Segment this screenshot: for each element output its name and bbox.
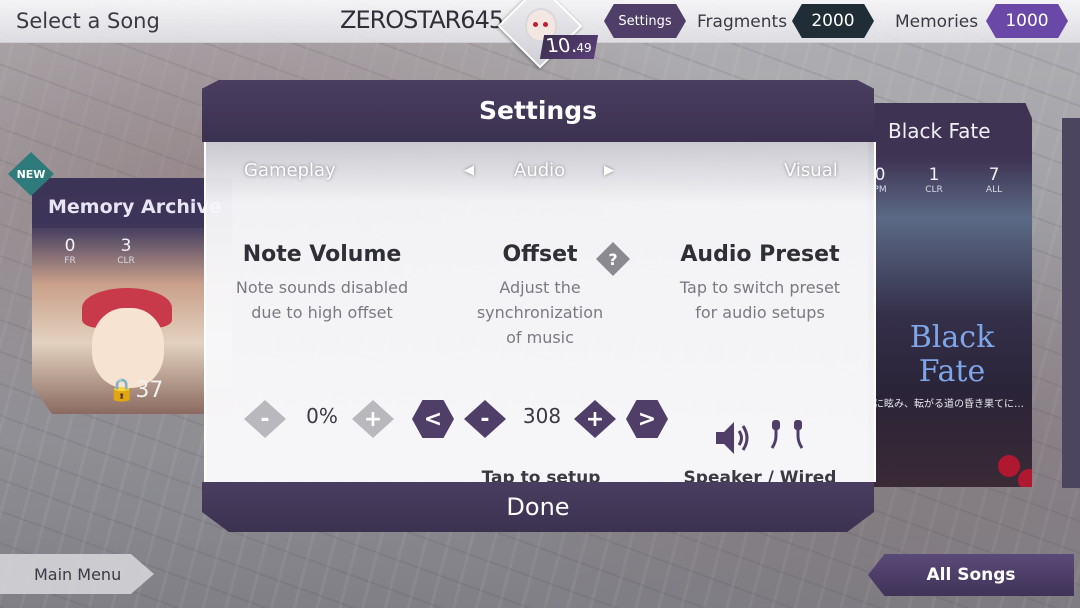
note-volume-increase-button[interactable]: + [352, 400, 394, 438]
avatar-eye [533, 22, 538, 27]
settings-dialog: Settings Gameplay ◀ Audio ▶ Visual Note … [202, 80, 876, 532]
screen-title: Select a Song [16, 9, 160, 33]
song-card-next[interactable] [1062, 118, 1080, 488]
tab-audio[interactable]: Audio [514, 160, 565, 181]
all-songs-button[interactable]: All Songs [868, 554, 1074, 596]
settings-title: Settings [478, 96, 597, 125]
offset-description: Adjust the synchronization of music [476, 278, 604, 347]
memories-value[interactable]: 1000 [986, 4, 1068, 38]
done-button[interactable]: Done [202, 482, 874, 532]
offset-value[interactable]: 308 [516, 404, 568, 428]
song-art-subtitle: に眩み、転がる道の昏き果てに… [874, 399, 1024, 410]
settings-tabs: Gameplay ◀ Audio ▶ Visual [206, 142, 874, 198]
settings-header: Settings [202, 80, 874, 142]
offset-large-decrease-button[interactable]: < [412, 400, 454, 438]
tab-gameplay[interactable]: Gameplay [244, 160, 336, 181]
song-card-stat-clr: 3 CLR [117, 236, 135, 266]
offset-increase-button[interactable]: + [574, 400, 616, 438]
song-art-title: Black Fate [909, 320, 995, 389]
note-volume-value: 0% [306, 404, 338, 428]
speaker-icon [716, 420, 804, 454]
fragments-label: Fragments [697, 12, 788, 32]
audio-preset-section: Audio Preset Tap to switch preset for aud… [655, 242, 865, 325]
locked-count: 37 [135, 378, 164, 403]
offset-decrease-button[interactable]: - [464, 400, 506, 438]
fragments-value[interactable]: 2000 [792, 4, 874, 38]
lock-icon: 🔒37 [108, 378, 164, 403]
song-card-stat-fr: 0 FR [64, 236, 76, 266]
audio-preset-toggle[interactable] [714, 418, 810, 462]
main-menu-button[interactable]: Main Menu [0, 554, 154, 594]
note-volume-heading: Note Volume [242, 242, 402, 267]
player-rating: 10.49 [539, 35, 598, 59]
settings-button[interactable]: Settings [604, 4, 686, 38]
audio-preset-heading: Audio Preset [680, 242, 840, 267]
note-volume-description: Note sounds disabled due to high offset [235, 278, 409, 322]
tab-prev-arrow-icon[interactable]: ◀ [464, 163, 474, 178]
tab-next-arrow-icon[interactable]: ▶ [604, 163, 614, 178]
note-volume-section: Note Volume Note sounds disabled due to h… [217, 242, 427, 325]
settings-body: Gameplay ◀ Audio ▶ Visual Note Volume No… [204, 142, 876, 488]
wired-headphones-icon [770, 420, 804, 449]
audio-preset-description: Tap to switch preset for audio setups [679, 278, 841, 322]
character-art-face [92, 308, 164, 388]
note-volume-decrease-button[interactable]: - [244, 400, 286, 438]
song-card-stat-all: 7 ALL [985, 165, 1003, 195]
rose-decoration [998, 455, 1020, 477]
song-card-black-fate[interactable]: Black Fate 0 PM 1 CLR 7 ALL Black Fate に眩み、… [868, 103, 1032, 487]
song-card-title: Memory Archive [48, 196, 222, 218]
song-card-stat-clr: 1 CLR [925, 165, 943, 195]
memories-label: Memories [895, 12, 979, 32]
song-card-title: Black Fate [888, 119, 991, 143]
tab-visual[interactable]: Visual [784, 160, 838, 181]
avatar-eye [543, 22, 548, 27]
offset-large-increase-button[interactable]: > [626, 400, 668, 438]
username: ZEROSTAR645 [340, 6, 504, 34]
